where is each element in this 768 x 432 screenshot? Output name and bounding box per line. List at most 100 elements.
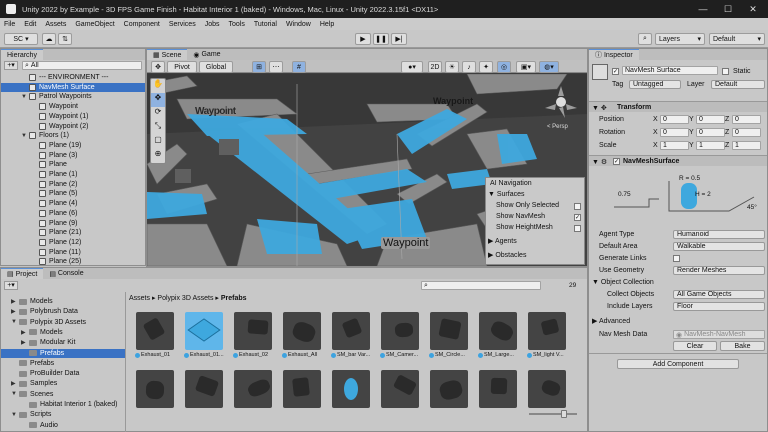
default-area-dropdown[interactable]: Walkable bbox=[673, 242, 765, 251]
breadcrumb-prefabs[interactable]: Prefabs bbox=[221, 295, 247, 302]
foldout-arrow-icon[interactable]: ▶ bbox=[21, 339, 29, 346]
hierarchy-row[interactable]: Plane (2) bbox=[1, 180, 145, 189]
layer-dropdown[interactable]: Default bbox=[711, 80, 765, 89]
pivot-dropdown[interactable]: Pivot bbox=[167, 61, 197, 73]
menu-tools[interactable]: Tools bbox=[229, 21, 245, 28]
hierarchy-row[interactable]: Plane (19) bbox=[1, 141, 145, 150]
hierarchy-search-input[interactable]: ⌕ All bbox=[22, 61, 142, 70]
rotate-tool-icon[interactable]: ⟳ bbox=[151, 107, 165, 121]
minimize-button[interactable]: — bbox=[692, 0, 714, 18]
project-folder-item[interactable]: Prefabs bbox=[1, 348, 125, 358]
add-component-button[interactable]: Add Component bbox=[617, 359, 739, 369]
asset-label[interactable]: SM_Large... bbox=[478, 352, 524, 358]
pos-y-field[interactable]: 0 bbox=[696, 115, 725, 124]
asset-thumbnail[interactable] bbox=[430, 312, 468, 350]
show-only-selected-checkbox[interactable] bbox=[574, 203, 581, 210]
asset-thumbnail[interactable] bbox=[185, 370, 223, 408]
pause-button[interactable]: ❚❚ bbox=[373, 33, 389, 45]
foldout-arrow-icon[interactable]: ▶ bbox=[11, 380, 19, 387]
asset-label[interactable]: Exhaust_01... bbox=[184, 352, 230, 358]
asset-thumbnail[interactable] bbox=[332, 312, 370, 350]
layers-dropdown[interactable]: Layers ▾ bbox=[655, 33, 705, 45]
foldout-arrow-icon[interactable]: ▼ bbox=[21, 133, 29, 139]
tab-console[interactable]: ▤ Console bbox=[43, 268, 90, 279]
clear-button[interactable]: Clear bbox=[673, 341, 717, 351]
breadcrumb-assets[interactable]: Assets bbox=[129, 295, 150, 302]
agents-foldout[interactable]: ▶ Agents bbox=[488, 237, 517, 245]
scl-y-field[interactable]: 1 bbox=[696, 141, 725, 150]
collect-objects-dropdown[interactable]: All Game Objects bbox=[673, 290, 765, 299]
asset-thumbnail[interactable] bbox=[381, 370, 419, 408]
transform-tool-icon[interactable]: ✥ bbox=[151, 61, 165, 73]
tab-game[interactable]: ◉ Game bbox=[187, 49, 227, 60]
hierarchy-row[interactable]: Plane (3) bbox=[1, 151, 145, 160]
foldout-arrow-icon[interactable]: ▶ bbox=[11, 298, 19, 305]
asset-thumbnail[interactable] bbox=[234, 312, 272, 350]
nav-mesh-data-field[interactable]: ◉ NavMesh-NavMesh bbox=[673, 330, 765, 339]
tag-dropdown[interactable]: Untagged bbox=[629, 80, 681, 89]
asset-label[interactable]: SM_bar Var... bbox=[331, 352, 377, 358]
scl-x-field[interactable]: 1 bbox=[660, 141, 689, 150]
close-button[interactable]: ✕ bbox=[742, 0, 764, 18]
effects-icon[interactable]: ✦ bbox=[479, 61, 493, 73]
hierarchy-row[interactable]: Waypoint (1) bbox=[1, 112, 145, 121]
active-checkbox[interactable]: ✓ bbox=[612, 68, 619, 75]
menu-gameobject[interactable]: GameObject bbox=[75, 21, 114, 28]
tab-scene[interactable]: ▦ Scene bbox=[147, 49, 188, 60]
hierarchy-row[interactable]: Plane (5) bbox=[1, 189, 145, 198]
gizmos-icon[interactable]: ◍▾ bbox=[539, 61, 559, 73]
menu-edit[interactable]: Edit bbox=[24, 21, 36, 28]
asset-label[interactable]: Exhaust_01 bbox=[135, 352, 181, 358]
maximize-button[interactable]: ☐ bbox=[717, 0, 739, 18]
menu-jobs[interactable]: Jobs bbox=[205, 21, 220, 28]
rot-z-field[interactable]: 0 bbox=[732, 128, 761, 137]
asset-thumbnail[interactable] bbox=[234, 370, 272, 408]
project-folder-item[interactable]: ▶ Models bbox=[1, 297, 125, 306]
global-dropdown[interactable]: Global bbox=[199, 61, 233, 73]
hand-tool-icon[interactable]: ✋ bbox=[151, 79, 165, 93]
navmesh-surface-header[interactable]: ▼ ⚙ ✓ NavMeshSurface bbox=[589, 155, 767, 166]
hierarchy-row[interactable]: Plane bbox=[1, 160, 145, 169]
generate-links-checkbox[interactable] bbox=[673, 255, 680, 262]
menu-file[interactable]: File bbox=[4, 21, 15, 28]
hierarchy-row[interactable]: Waypoint (2) bbox=[1, 122, 145, 131]
zoom-slider-handle[interactable] bbox=[561, 410, 567, 418]
menu-assets[interactable]: Assets bbox=[45, 21, 66, 28]
project-folder-item[interactable]: Prefabs bbox=[1, 359, 125, 368]
project-folder-item[interactable]: ▼ Scenes bbox=[1, 390, 125, 399]
transform-tool-icon[interactable]: ⊕ bbox=[151, 149, 165, 163]
asset-thumbnail[interactable] bbox=[528, 312, 566, 350]
hierarchy-row[interactable]: Plane (25) bbox=[1, 257, 145, 266]
show-heightmesh-checkbox[interactable] bbox=[574, 225, 581, 232]
navmesh-enabled-checkbox[interactable]: ✓ bbox=[613, 158, 620, 165]
hierarchy-row[interactable]: ▼ Floors (1) bbox=[1, 131, 145, 140]
foldout-arrow-icon[interactable]: ▶ bbox=[11, 308, 19, 315]
menu-tutorial[interactable]: Tutorial bbox=[254, 21, 277, 28]
add-object-button[interactable]: +▾ bbox=[4, 61, 18, 70]
menu-services[interactable]: Services bbox=[169, 21, 196, 28]
asset-label[interactable]: Exhaust_All bbox=[282, 352, 328, 358]
draw-mode-icon[interactable]: ●▾ bbox=[401, 61, 423, 73]
create-asset-button[interactable]: +▾ bbox=[4, 281, 18, 290]
rot-x-field[interactable]: 0 bbox=[660, 128, 689, 137]
menu-window[interactable]: Window bbox=[286, 21, 311, 28]
project-folder-item[interactable]: Habitat Interior 1 (baked) bbox=[1, 400, 125, 409]
tab-project[interactable]: ▤ Project bbox=[1, 268, 44, 279]
lighting-icon[interactable]: ☀ bbox=[445, 61, 459, 73]
pos-z-field[interactable]: 0 bbox=[732, 115, 761, 124]
asset-thumbnail[interactable] bbox=[136, 370, 174, 408]
scene-viewport[interactable]: Waypoint Waypoint Waypoint ✋ ✥ ⟳ ⤡ ▢ ⊕ <… bbox=[147, 74, 587, 266]
foldout-arrow-icon[interactable]: ▼ bbox=[21, 94, 29, 100]
rect-tool-icon[interactable]: ▢ bbox=[151, 135, 165, 149]
hierarchy-row[interactable]: Waypoint bbox=[1, 102, 145, 111]
project-folder-item[interactable]: ▼ Polypix 3D Assets bbox=[1, 318, 125, 327]
obstacles-foldout[interactable]: ▶ Obstacles bbox=[488, 251, 526, 259]
hierarchy-row[interactable]: Plane (21) bbox=[1, 228, 145, 237]
asset-thumbnail[interactable] bbox=[185, 312, 223, 350]
project-search-input[interactable]: ⌕ bbox=[421, 281, 541, 290]
breadcrumb-polypix[interactable]: Polypix 3D Assets bbox=[157, 295, 213, 302]
snap-increment-icon[interactable]: ⋯ bbox=[269, 61, 283, 73]
project-folder-item[interactable]: ProBuilder Data bbox=[1, 369, 125, 378]
asset-label[interactable]: SM_Circle... bbox=[429, 352, 475, 358]
grid-toggle-icon[interactable]: # bbox=[292, 61, 306, 73]
